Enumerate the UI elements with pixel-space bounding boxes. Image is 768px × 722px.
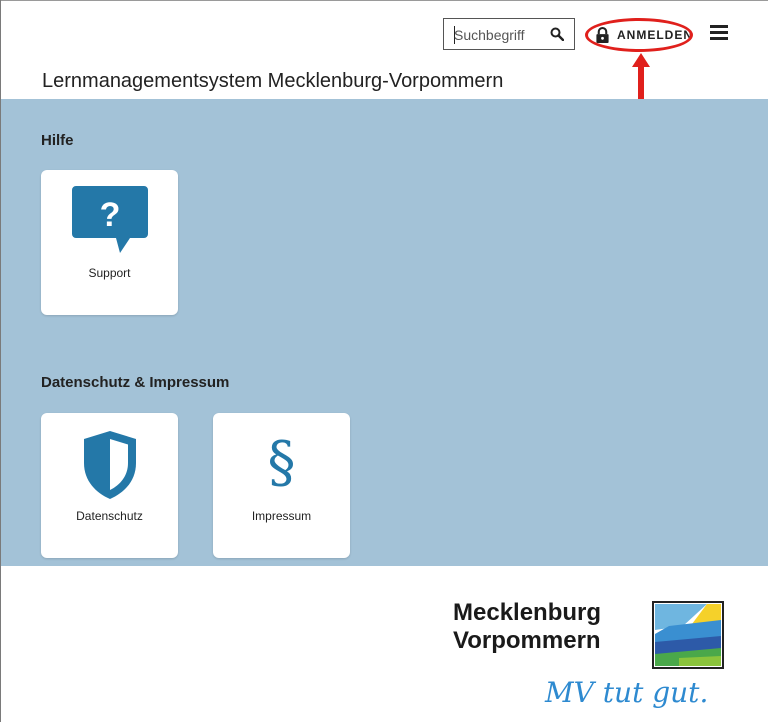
search-box xyxy=(443,18,575,50)
tile-impressum[interactable]: § Impressum xyxy=(213,413,350,558)
logo-word-vorpommern: Vorpommern xyxy=(453,627,601,654)
site-title: Lernmanagementsystem Mecklenburg-Vorpomm… xyxy=(42,70,504,92)
tile-support[interactable]: ? Support xyxy=(41,170,178,315)
search-input[interactable] xyxy=(454,25,544,45)
annotation-arrow xyxy=(632,53,650,103)
shield-icon xyxy=(83,431,136,499)
tile-datenschutz[interactable]: Datenschutz xyxy=(41,413,178,558)
annotation-ellipse xyxy=(585,18,693,52)
logo-word-mecklenburg: Mecklenburg xyxy=(453,599,602,626)
mv-logo[interactable]: Mecklenburg Vorpommern MV tut gut. xyxy=(453,598,733,714)
main-content: Hilfe ? Support Datenschutz & Impressum … xyxy=(1,99,768,566)
hamburger-menu-icon[interactable] xyxy=(710,25,728,41)
svg-text:?: ? xyxy=(99,196,120,234)
paragraph-icon: § xyxy=(267,430,296,495)
page-footer: Mecklenburg Vorpommern MV tut gut. xyxy=(1,566,768,722)
section-title-hilfe: Hilfe xyxy=(41,132,74,149)
page-header: ANMELDEN Lernmanagementsystem Mecklenbur… xyxy=(1,1,768,103)
tile-label-impressum: Impressum xyxy=(251,509,312,523)
logo-slogan: MV tut gut. xyxy=(545,676,709,709)
question-chat-icon: ? xyxy=(71,186,148,253)
search-icon[interactable] xyxy=(550,27,564,41)
tile-label-support: Support xyxy=(88,266,131,280)
mv-flag-logo xyxy=(652,601,724,669)
tile-label-datenschutz: Datenschutz xyxy=(76,509,143,523)
section-title-datenschutz-impressum: Datenschutz & Impressum xyxy=(41,374,230,391)
